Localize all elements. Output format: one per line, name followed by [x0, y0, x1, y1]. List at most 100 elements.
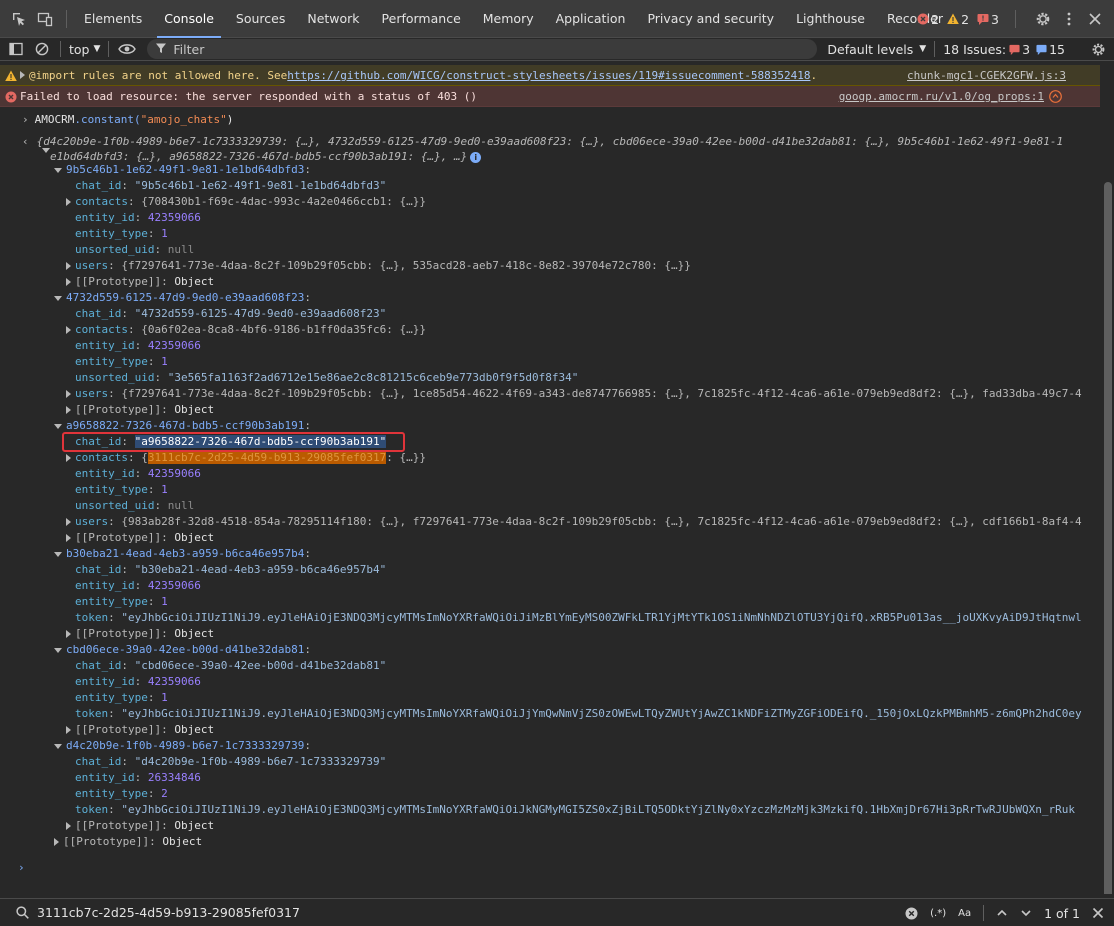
next-match-icon[interactable] — [1020, 907, 1032, 919]
filter-input[interactable]: Filter — [147, 39, 818, 59]
tree-row[interactable]: cbd06ece-39a0-42ee-b00d-d41be32dab81: — [54, 642, 1114, 658]
divider — [983, 905, 985, 921]
colon: : — [147, 787, 162, 800]
expand-triangle-icon[interactable] — [66, 534, 71, 542]
string-value: "d4c20b9e-1f0b-4989-b6e7-1c7333329739" — [134, 755, 387, 768]
expand-triangle-icon[interactable] — [66, 454, 71, 462]
more-options-icon[interactable] — [1058, 8, 1080, 30]
issues-count[interactable]: 3 — [977, 12, 999, 27]
property-name: entity_id — [75, 339, 135, 352]
tree-row[interactable]: d4c20b9e-1f0b-4989-b6e7-1c7333329739: — [54, 738, 1114, 754]
tree-row[interactable]: 4732d559-6125-47d9-9ed0-e39aad608f23: — [54, 290, 1114, 306]
tree-row[interactable]: users: {f7297641-773e-4daa-8c2f-109b29f0… — [66, 258, 1114, 274]
property-name: [[Prototype]] — [75, 819, 162, 832]
tree-row[interactable]: 9b5c46b1-1e62-49f1-9e81-1e1bd64dbfd3: — [54, 162, 1114, 178]
collapse-triangle-icon[interactable] — [54, 423, 62, 429]
property-name: contacts — [75, 323, 128, 336]
tree-row[interactable]: contacts: {3111cb7c-2d25-4d59-b913-29085… — [66, 450, 1114, 466]
collapse-triangle-icon[interactable] — [54, 743, 62, 749]
context-selector[interactable]: top ▼ — [69, 42, 100, 57]
tab-performance[interactable]: Performance — [371, 0, 472, 38]
collapse-triangle-icon[interactable] — [54, 295, 62, 301]
tree-row[interactable]: [[Prototype]]: Object — [66, 530, 1114, 546]
warning-icon — [5, 70, 17, 82]
expand-triangle-icon[interactable] — [54, 838, 59, 846]
clear-console-icon[interactable] — [32, 39, 52, 59]
string-value: "eyJhbGciOiJIUzI1NiJ9.eyJleHAiOjE3NDQ3Mj… — [121, 611, 1082, 624]
inspect-element-icon[interactable] — [8, 8, 30, 30]
warning-count[interactable]: 2 — [947, 12, 969, 27]
console-settings-gear-icon[interactable] — [1088, 39, 1108, 59]
expand-triangle-icon[interactable] — [66, 390, 71, 398]
warning-source-link[interactable]: chunk-mgc1-CGEK2GFW.js:3 — [907, 69, 1066, 82]
close-devtools-icon[interactable] — [1084, 8, 1106, 30]
collapse-triangle-icon[interactable] — [54, 167, 62, 173]
tree-row[interactable]: users: {f7297641-773e-4daa-8c2f-109b29f0… — [66, 386, 1114, 402]
tab-network[interactable]: Network — [296, 0, 370, 38]
previous-match-icon[interactable] — [996, 907, 1008, 919]
tree-row[interactable]: [[Prototype]]: Object — [66, 274, 1114, 290]
tree-row[interactable]: [[Prototype]]: Object — [66, 722, 1114, 738]
error-source-link[interactable]: googp.amocrm.ru/v1.0/og_props:1 — [839, 90, 1044, 103]
expand-triangle-icon[interactable] — [66, 406, 71, 414]
device-toolbar-icon[interactable] — [34, 8, 56, 30]
colon: : — [127, 451, 142, 464]
match-case-toggle[interactable]: Aa — [958, 908, 971, 919]
tree-row[interactable]: b30eba21-4ead-4eb3-a959-b6ca46e957b4: — [54, 546, 1114, 562]
property-name: entity_type — [75, 483, 148, 496]
log-levels-dropdown[interactable]: Default levels ▼ — [827, 42, 926, 57]
filter-placeholder: Filter — [173, 41, 205, 57]
tab-console[interactable]: Console — [153, 0, 225, 38]
expand-triangle-icon[interactable] — [66, 630, 71, 638]
tab-elements[interactable]: Elements — [73, 0, 153, 38]
tab-privacy-and-security[interactable]: Privacy and security — [636, 0, 785, 38]
tree-row[interactable]: [[Prototype]]: Object — [66, 402, 1114, 418]
clear-search-icon[interactable] — [905, 907, 918, 920]
expand-triangle-icon[interactable] — [66, 262, 71, 270]
network-request-icon[interactable] — [1049, 90, 1062, 106]
tree-row[interactable]: [[Prototype]]: Object — [66, 818, 1114, 834]
issues-button[interactable]: 18 Issues: 3 15 — [943, 42, 1065, 57]
toolbar-divider — [934, 41, 936, 57]
regex-toggle[interactable]: (.*) — [930, 908, 946, 919]
search-input[interactable]: 3111cb7c-2d25-4d59-b913-29085fef0317 — [37, 905, 300, 920]
tab-memory[interactable]: Memory — [472, 0, 545, 38]
tree-row[interactable]: contacts: {0a6f02ea-8ca8-4bf6-9186-b1ff0… — [66, 322, 1114, 338]
colon: : — [121, 755, 135, 768]
tab-application[interactable]: Application — [545, 0, 637, 38]
tree-row: chat_id: "9b5c46b1-1e62-49f1-9e81-1e1bd6… — [66, 178, 1114, 194]
collapse-triangle-icon[interactable] — [54, 647, 62, 653]
error-count[interactable]: 2 — [917, 12, 939, 27]
collapse-triangle-icon[interactable] — [54, 551, 62, 557]
console-search-bar: 3111cb7c-2d25-4d59-b913-29085fef0317 (.*… — [0, 898, 1114, 926]
expand-triangle-icon[interactable] — [66, 326, 71, 334]
close-search-icon[interactable] — [1092, 907, 1104, 919]
expand-triangle-icon[interactable] — [66, 518, 71, 526]
console-prompt[interactable]: › — [18, 860, 1092, 876]
tree-row[interactable]: [[Prototype]]: Object — [54, 834, 1114, 850]
tree-row[interactable]: [[Prototype]]: Object — [66, 626, 1114, 642]
scrollbar-thumb[interactable] — [1104, 182, 1112, 894]
expand-triangle-icon[interactable] — [66, 278, 71, 286]
tree-row[interactable]: users: {983ab28f-32d8-4518-854a-78295114… — [66, 514, 1114, 530]
object-preview: {983ab28f-32d8-4518-854a-78295114f180: {… — [121, 515, 1082, 528]
property-name: entity_type — [75, 787, 148, 800]
property-name: [[Prototype]] — [75, 403, 162, 416]
expand-triangle-icon[interactable] — [20, 71, 25, 79]
tree-row: token: "eyJhbGciOiJIUzI1NiJ9.eyJleHAiOjE… — [66, 802, 1114, 818]
tab-sources[interactable]: Sources — [225, 0, 296, 38]
expand-triangle-icon[interactable] — [66, 198, 71, 206]
property-name: [[Prototype]] — [75, 275, 162, 288]
live-expression-eye-icon[interactable] — [117, 39, 137, 59]
sidebar-toggle-icon[interactable] — [6, 39, 26, 59]
expand-triangle-icon[interactable] — [66, 822, 71, 830]
colon: : — [108, 707, 122, 720]
tab-lighthouse[interactable]: Lighthouse — [785, 0, 876, 38]
warning-link[interactable]: https://github.com/WICG/construct-styles… — [287, 69, 810, 82]
settings-gear-icon[interactable] — [1032, 8, 1054, 30]
info-icon[interactable]: i — [470, 151, 482, 163]
tree-row[interactable]: contacts: {708430b1-f69c-4dac-993c-4a2e0… — [66, 194, 1114, 210]
tree-row: chat_id: "4732d559-6125-47d9-9ed0-e39aad… — [66, 306, 1114, 322]
number-value: 42359066 — [147, 339, 201, 352]
expand-triangle-icon[interactable] — [66, 726, 71, 734]
